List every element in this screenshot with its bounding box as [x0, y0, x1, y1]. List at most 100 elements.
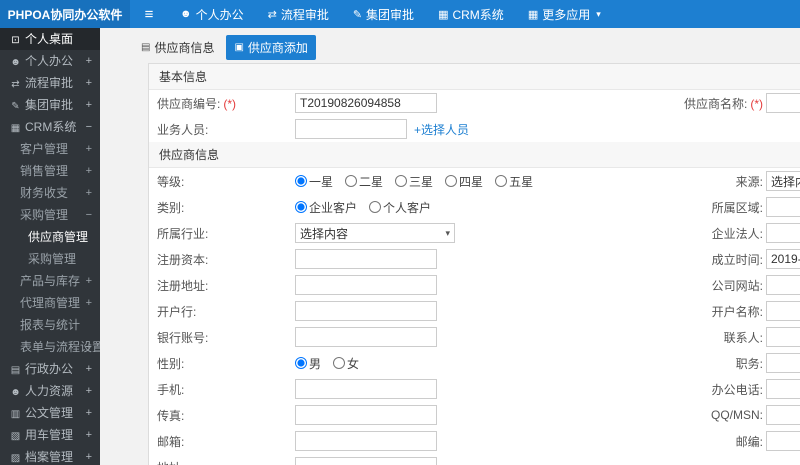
legal-person-input[interactable] [766, 223, 800, 243]
contact-input[interactable] [766, 327, 800, 347]
radio-input[interactable] [445, 175, 458, 187]
bank-account-input[interactable] [295, 327, 437, 347]
radio-input[interactable] [369, 201, 382, 213]
sidebar-item-product-inventory[interactable]: 产品与库存 + [0, 270, 100, 292]
sidebar-item-personal-desktop[interactable]: ⊡ 个人桌面 [0, 28, 100, 50]
category-radio-group-option[interactable]: 个人客户 [369, 199, 431, 216]
sidebar-item-personal-office[interactable]: ☻ 个人办公 + [0, 50, 100, 72]
form-row: 注册资本: 成立时间: [149, 246, 800, 272]
sidebar-item-archive-mgmt[interactable]: ▨ 档案管理 + [0, 446, 100, 465]
field-label: 性别: [157, 356, 185, 371]
mobile-input[interactable] [295, 379, 437, 399]
field-label: 业务人员: [157, 122, 209, 137]
account-name-input[interactable] [766, 301, 800, 321]
sidebar-item-purchase-mgmt-sub[interactable]: 采购管理 [0, 248, 100, 270]
field-label: 供应商编号: (*) [157, 96, 237, 111]
sidebar-item-process-approval[interactable]: ⇄ 流程审批 + [0, 72, 100, 94]
edit-icon: ✎ [11, 101, 20, 112]
registered-capital-input[interactable] [295, 249, 437, 269]
level-radio-group-option[interactable]: 五星 [495, 173, 533, 190]
field-label: 手机: [157, 382, 185, 397]
field-cell [295, 249, 615, 269]
section-header: 供应商信息 [149, 142, 800, 168]
level-radio-group-option[interactable]: 四星 [445, 173, 483, 190]
founded-date-input[interactable] [766, 249, 800, 269]
registered-address-input[interactable] [295, 275, 437, 295]
radio-input[interactable] [345, 175, 358, 187]
position-input[interactable] [766, 353, 800, 373]
zipcode-input[interactable] [766, 431, 800, 451]
region-input[interactable] [766, 197, 800, 217]
radio-input[interactable] [295, 175, 307, 187]
field-cell [295, 275, 615, 295]
gender-radio-group-option[interactable]: 女 [333, 355, 359, 372]
level-radio-group-option[interactable]: 三星 [395, 173, 433, 190]
nav-item-crm-system[interactable]: ▦ CRM系统 [426, 0, 516, 28]
sidebar-item-finance[interactable]: 财务收支 + [0, 182, 100, 204]
sidebar-item-reports-statistics[interactable]: 报表与统计 [0, 314, 100, 336]
field-label: 开户行: [157, 304, 197, 319]
sidebar-item-group-approval[interactable]: ✎ 集团审批 + [0, 94, 100, 116]
office-phone-input[interactable] [766, 379, 800, 399]
apps-icon: ▦ [527, 8, 539, 21]
field-cell [766, 301, 800, 321]
nav-item-label: CRM系统 [452, 7, 504, 22]
sidebar-item-agent-mgmt[interactable]: 代理商管理 + [0, 292, 100, 314]
form-row: 业务人员: +选择人员 [149, 116, 800, 142]
sidebar-item-form-flow-settings[interactable]: 表单与流程设置 + [0, 336, 100, 358]
category-radio-group-option[interactable]: 企业客户 [295, 199, 357, 216]
radio-input[interactable] [333, 357, 346, 369]
sidebar-item-sales-mgmt[interactable]: 销售管理 + [0, 160, 100, 182]
nav-item-group-approval[interactable]: ✎ 集团审批 [341, 0, 426, 28]
radio-input[interactable] [495, 175, 508, 187]
gender-radio-group-option[interactable]: 男 [295, 355, 321, 372]
nav-item-personal-office[interactable]: ☻ 个人办公 [168, 0, 256, 28]
form-row: 手机: 办公电话: [149, 376, 800, 402]
sidebar-item-purchase-mgmt[interactable]: 采购管理 − [0, 204, 100, 226]
field-cell [766, 275, 800, 295]
field-label: 所属行业: [157, 226, 209, 241]
sidebar-item-document-mgmt[interactable]: ▥ 公文管理 + [0, 402, 100, 424]
sidebar-toggle-icon[interactable]: ≡ [130, 0, 168, 28]
radio-input[interactable] [295, 201, 307, 213]
level-radio-group-option[interactable]: 一星 [295, 173, 333, 190]
bank-input[interactable] [295, 301, 437, 321]
website-input[interactable] [766, 275, 800, 295]
expand-icon: + [85, 99, 92, 111]
sidebar-item-vehicle-mgmt[interactable]: ▧ 用车管理 + [0, 424, 100, 446]
source-select[interactable]: 选择内容▾ [766, 171, 800, 191]
form-row: 银行账号: 联系人: [149, 324, 800, 350]
sidebar-item-admin-office[interactable]: ▤ 行政办公 + [0, 358, 100, 380]
radio-input[interactable] [395, 175, 408, 187]
tab-supplier-add[interactable]: ▣ 供应商添加 [226, 35, 316, 60]
chevron-down-icon: ▾ [596, 8, 601, 19]
supplier-code-input[interactable] [295, 93, 437, 113]
supplier-name-input[interactable] [766, 93, 800, 113]
level-radio-group-option[interactable]: 二星 [345, 173, 383, 190]
sidebar-item-supplier-mgmt[interactable]: 供应商管理 [0, 226, 100, 248]
sidebar-item-crm-system[interactable]: ▦ CRM系统 − [0, 116, 100, 138]
sidebar-item-customer-mgmt[interactable]: 客户管理 + [0, 138, 100, 160]
form-row: 等级: 一星 二星 三星 四星 五星 来源:选择内容▾ [149, 168, 800, 194]
form-row: 类别: 企业客户 个人客户 所属区域: [149, 194, 800, 220]
nav-item-more-apps[interactable]: ▦ 更多应用 ▾ [516, 0, 613, 28]
address-input[interactable] [295, 457, 437, 465]
business-staff-input[interactable] [295, 119, 407, 139]
field-label: 办公电话: [711, 382, 763, 397]
field-cell [766, 379, 800, 399]
radio-input[interactable] [295, 357, 307, 369]
qq-msn-input[interactable] [766, 405, 800, 425]
choose-person-link[interactable]: +选择人员 [414, 121, 469, 138]
industry-select[interactable]: 选择内容 ▾ [295, 223, 455, 243]
field-label: 邮编: [735, 434, 763, 449]
expand-icon: + [85, 187, 92, 199]
radio-label: 女 [347, 356, 360, 371]
sidebar: ⊡ 个人桌面 ☻ 个人办公 + ⇄ 流程审批 + ✎ 集团审批 + ▦ CRM系统 − 客户管理 + 销售管理 +… [0, 28, 100, 465]
fax-input[interactable] [295, 405, 437, 425]
sidebar-item-human-resources[interactable]: ☻ 人力资源 + [0, 380, 100, 402]
nav-item-process-approval[interactable]: ⇄ 流程审批 [256, 0, 341, 28]
email-input[interactable] [295, 431, 437, 451]
nav-item-label: 个人办公 [195, 7, 244, 22]
tab-supplier-info[interactable]: ▤ 供应商信息 [133, 35, 222, 60]
add-form-icon: ▣ [234, 42, 244, 53]
